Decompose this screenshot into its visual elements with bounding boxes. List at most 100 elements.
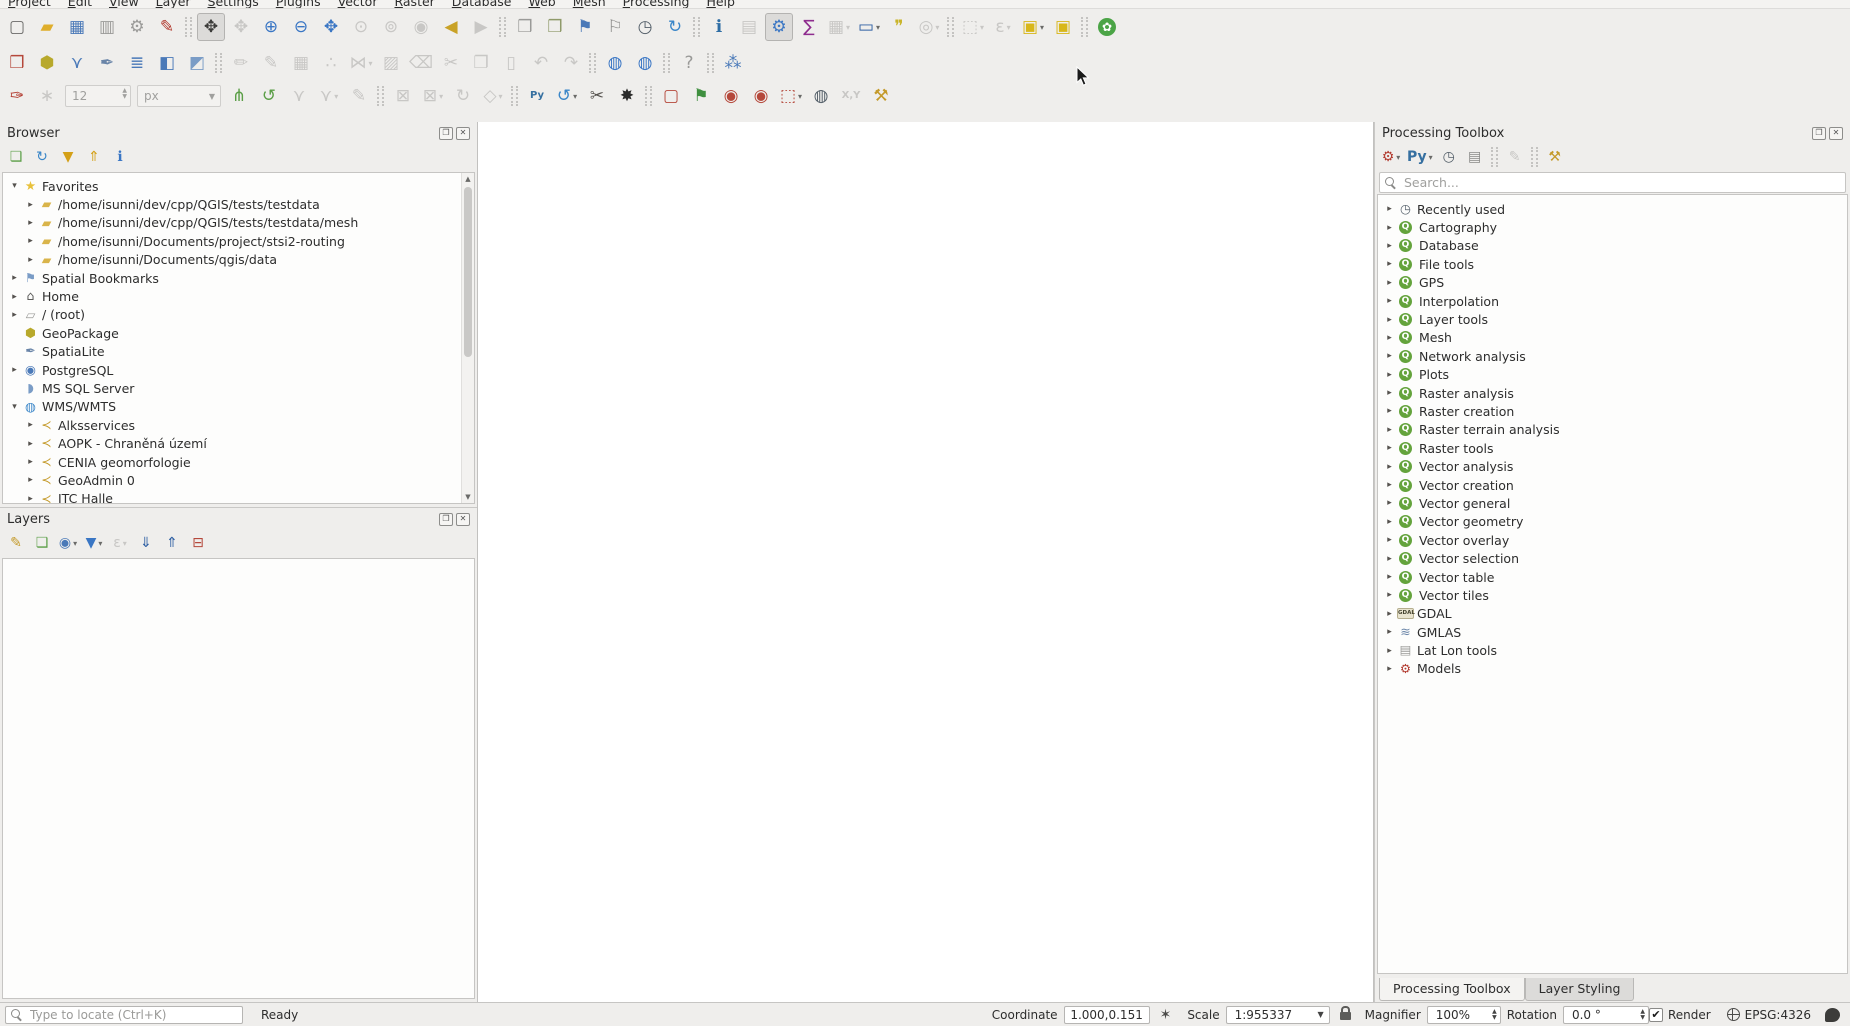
expander-icon[interactable]: ▸: [7, 310, 22, 320]
attribute-table-button[interactable]: ▦▾: [825, 13, 853, 41]
zoom-next-button[interactable]: ▶: [467, 13, 495, 41]
collapse-all-layers-button[interactable]: ⇑: [160, 531, 184, 555]
new-virtual-layer-button[interactable]: ≣: [123, 49, 151, 77]
expander-icon[interactable]: ▸: [1382, 609, 1397, 619]
manage-map-themes-button[interactable]: ◉▾: [56, 531, 80, 555]
spin-down-icon[interactable]: ▼: [1640, 1015, 1645, 1021]
expander-icon[interactable]: ▸: [1382, 535, 1397, 545]
select-by-expression-button[interactable]: ε▾: [989, 13, 1017, 41]
menu-processing[interactable]: Processing: [623, 0, 690, 9]
expander-icon[interactable]: ▸: [1382, 627, 1397, 637]
render-checkbox[interactable]: ✔: [1649, 1008, 1663, 1022]
tree-item-vector-general[interactable]: ▸QVector general: [1378, 494, 1847, 512]
expander-icon[interactable]: ▸: [23, 475, 38, 485]
zoom-to-layer-button[interactable]: ⊚: [377, 13, 405, 41]
new-map-view-button[interactable]: ❒: [511, 13, 539, 41]
menu-mesh[interactable]: Mesh: [573, 0, 606, 9]
deselect-all-button[interactable]: ▣▾: [1019, 13, 1047, 41]
copy-move-feature-button[interactable]: ⊠▾: [419, 82, 447, 110]
open-project-button[interactable]: ▰: [33, 13, 61, 41]
tree-item-root[interactable]: ▸▱/ (root): [3, 306, 474, 324]
python-console-button[interactable]: Py: [523, 82, 551, 110]
tree-item-gdal[interactable]: ▸GDALGDAL: [1378, 605, 1847, 623]
tree-item-file-tools[interactable]: ▸QFile tools: [1378, 255, 1847, 273]
tree-item-gps[interactable]: ▸QGPS: [1378, 274, 1847, 292]
expander-icon[interactable]: ▸: [1382, 315, 1397, 325]
tab-processing-toolbox[interactable]: Processing Toolbox: [1379, 978, 1525, 1001]
topology-checker-button[interactable]: ⁂: [719, 49, 747, 77]
tree-item-postgresql[interactable]: ▸◉PostgreSQL: [3, 361, 474, 379]
expander-icon[interactable]: ▸: [1382, 554, 1397, 564]
gml-application-schema-button[interactable]: ✂: [583, 82, 611, 110]
expander-icon[interactable]: ▸: [1382, 590, 1397, 600]
plugin-settings-button[interactable]: ⚒: [867, 82, 895, 110]
map-tips-button[interactable]: ❞: [885, 13, 913, 41]
scroll-up-icon[interactable]: ▲: [462, 175, 474, 183]
field-calculator-button[interactable]: ▤: [735, 13, 763, 41]
new-3d-map-view-button[interactable]: ❒: [541, 13, 569, 41]
browser-close-button[interactable]: ✕: [456, 127, 470, 140]
lock-scale-icon[interactable]: [1340, 1012, 1351, 1020]
tree-item-alksservices[interactable]: ▸≺Alksservices: [3, 416, 474, 434]
expander-icon[interactable]: ▸: [23, 457, 38, 467]
rotation-spinbox[interactable]: 0.0 ° ▲▼: [1563, 1006, 1649, 1024]
add-selected-layers-button[interactable]: ❏: [4, 145, 28, 169]
new-mesh-layer-button[interactable]: ◧: [153, 49, 181, 77]
scale-combo[interactable]: 1:955337 ▼: [1226, 1006, 1330, 1024]
tree-item-home-isunni-dev-cpp-qgis-tests-testdata-mesh[interactable]: ▸▰/home/isunni/dev/cpp/QGIS/tests/testda…: [3, 214, 474, 232]
tree-item-spatial-bookmarks[interactable]: ▸⚑Spatial Bookmarks: [3, 269, 474, 287]
messages-button[interactable]: [1825, 1008, 1840, 1022]
expander-icon[interactable]: ▸: [1382, 443, 1397, 453]
gcp-edit-point-button[interactable]: ◉: [747, 82, 775, 110]
expander-icon[interactable]: ▸: [7, 365, 22, 375]
add-feature-button[interactable]: ∴: [317, 49, 345, 77]
help-contents-button[interactable]: ?: [675, 49, 703, 77]
tree-item-gmlas[interactable]: ▸≋GMLAS: [1378, 623, 1847, 641]
tree-item-spatialite[interactable]: ✒SpatiaLite: [3, 343, 474, 361]
open-layer-styling-button[interactable]: ✎: [4, 531, 28, 555]
tree-item-vector-analysis[interactable]: ▸QVector analysis: [1378, 457, 1847, 475]
scrollbar-thumb[interactable]: [464, 187, 472, 357]
scale-feature-button[interactable]: ◇▾: [479, 82, 507, 110]
tree-item-cenia-geomorfologie[interactable]: ▸≺CENIA geomorfologie: [3, 453, 474, 471]
undo-button[interactable]: ↶: [527, 49, 555, 77]
expander-icon[interactable]: ▸: [1382, 333, 1397, 343]
data-source-manager-button[interactable]: ❒: [3, 49, 31, 77]
gcp-add-point-button[interactable]: ◉: [717, 82, 745, 110]
expander-icon[interactable]: ▸: [7, 273, 22, 283]
edit-features-in-place-button[interactable]: ✎: [1503, 145, 1527, 169]
new-project-button[interactable]: ▢: [3, 13, 31, 41]
scripts-menu-button[interactable]: Py▾: [1405, 145, 1435, 169]
expander-icon[interactable]: ▸: [1382, 406, 1397, 416]
tree-item-mesh[interactable]: ▸QMesh: [1378, 329, 1847, 347]
tree-item-database[interactable]: ▸QDatabase: [1378, 237, 1847, 255]
expander-icon[interactable]: ▸: [1382, 223, 1397, 233]
expander-icon[interactable]: ▸: [1382, 204, 1397, 214]
tree-item-favorites[interactable]: ▾★Favorites: [3, 177, 474, 195]
tree-item-raster-analysis[interactable]: ▸QRaster analysis: [1378, 384, 1847, 402]
measure-line-button[interactable]: ▭▾: [855, 13, 883, 41]
delete-selected-button[interactable]: ⌫: [407, 49, 435, 77]
history-button[interactable]: ◷: [1437, 145, 1461, 169]
share-map-service-button[interactable]: ✿: [1093, 13, 1121, 41]
filter-browser-button[interactable]: ▼: [56, 145, 80, 169]
spin-down-icon[interactable]: ▼: [1492, 1015, 1497, 1021]
properties-widget-button[interactable]: ℹ: [108, 145, 132, 169]
cut-features-button[interactable]: ✂: [437, 49, 465, 77]
expander-icon[interactable]: ▸: [1382, 241, 1397, 251]
select-by-location-button[interactable]: ▣: [1049, 13, 1077, 41]
expander-icon[interactable]: ▸: [23, 255, 38, 265]
expander-icon[interactable]: ▾: [7, 402, 22, 412]
expander-icon[interactable]: ▸: [1382, 572, 1397, 582]
expander-icon[interactable]: ▸: [1382, 462, 1397, 472]
new-spatialite-layer-button[interactable]: ✒: [93, 49, 121, 77]
current-edits-button[interactable]: ✏: [227, 49, 255, 77]
expand-all-button[interactable]: ⇓: [134, 531, 158, 555]
label-font-units-combo[interactable]: px▼: [137, 85, 221, 107]
expander-icon[interactable]: ▸: [1382, 351, 1397, 361]
tree-item-lat-lon-tools[interactable]: ▸▤Lat Lon tools: [1378, 641, 1847, 659]
map-canvas[interactable]: [477, 122, 1374, 1002]
filter-legend-button[interactable]: ▼▾: [82, 531, 106, 555]
style-manager-button[interactable]: ✎: [153, 13, 181, 41]
processing-options-button[interactable]: ⚒: [1543, 145, 1567, 169]
